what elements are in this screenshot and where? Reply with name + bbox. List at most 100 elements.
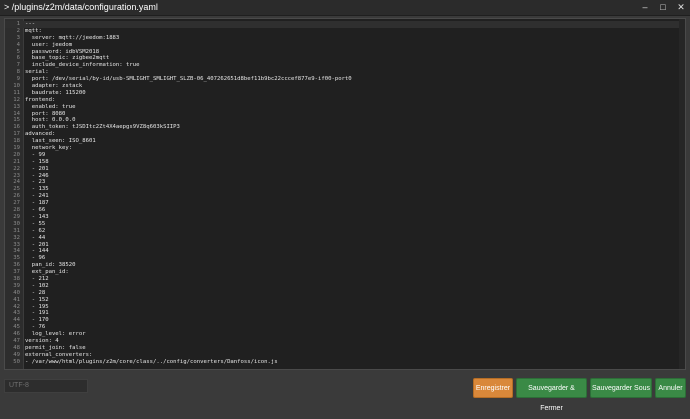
line-number: 45 <box>13 324 20 331</box>
code-line[interactable]: 49 external_converters: <box>5 352 685 359</box>
code-line[interactable]: 16 auth_token: tJSDItc2Zt4X4aepgs9VZ8q60… <box>5 124 685 131</box>
code-line[interactable]: 25 - 135 <box>5 186 685 193</box>
code-line[interactable]: 31 - 62 <box>5 228 685 235</box>
code-text: - 66 <box>25 207 46 214</box>
line-number: 36 <box>13 262 20 269</box>
code-line[interactable]: 23 - 246 <box>5 173 685 180</box>
code-text: - 212 <box>25 275 49 282</box>
code-line[interactable]: 27 - 187 <box>5 200 685 207</box>
code-line[interactable]: 26 - 241 <box>5 193 685 200</box>
code-line[interactable]: 35 - 96 <box>5 255 685 262</box>
code-text: - 158 <box>25 158 49 165</box>
code-line[interactable]: 50 - /var/www/html/plugins/z2m/core/class… <box>5 359 685 366</box>
code-line[interactable]: 2 mqtt: <box>5 28 685 35</box>
code-line[interactable]: 44 - 170 <box>5 317 685 324</box>
encoding-indicator: UTF-8 <box>4 379 88 393</box>
code-line[interactable]: 30 - 55 <box>5 221 685 228</box>
line-number: 38 <box>13 275 20 282</box>
code-line[interactable]: 11 baudrate: 115200 <box>5 90 685 97</box>
code-line[interactable]: 12 frontend: <box>5 97 685 104</box>
code-line[interactable]: 3 server: mqtt://jeedom:1883 <box>5 35 685 42</box>
code-lines[interactable]: 1 --- 2 mqtt: 3 server: mqtt://jeedom:1883 4 … <box>5 21 685 366</box>
code-line[interactable]: 43 - 191 <box>5 310 685 317</box>
code-text: user: jeedom <box>25 41 73 48</box>
code-line[interactable]: 10 adapter: zstack <box>5 83 685 90</box>
code-line[interactable]: 17 advanced: <box>5 131 685 138</box>
code-text: - 152 <box>25 296 49 303</box>
save-as-button[interactable]: Sauvegarder Sous <box>590 378 652 398</box>
code-line[interactable]: 40 - 28 <box>5 290 685 297</box>
code-text: adapter: zstack <box>25 83 83 90</box>
code-text: host: 0.0.0.0 <box>25 117 76 124</box>
code-line[interactable]: 9 port: /dev/serial/by-id/usb-SMLIGHT_SM… <box>5 76 685 83</box>
code-line[interactable]: 32 - 44 <box>5 235 685 242</box>
code-text: base_topic: zigbee2mqtt <box>25 55 110 62</box>
code-text: - 28 <box>25 289 46 296</box>
code-text: - 144 <box>25 248 49 255</box>
code-line[interactable]: 1 --- <box>5 21 685 28</box>
code-text: port: /dev/serial/by-id/usb-SMLIGHT_SMLI… <box>25 76 352 83</box>
line-number: 13 <box>13 103 20 110</box>
code-line[interactable]: 7 include_device_information: true <box>5 62 685 69</box>
code-line[interactable]: 15 host: 0.0.0.0 <box>5 117 685 124</box>
code-line[interactable]: 34 - 144 <box>5 248 685 255</box>
code-line[interactable]: 19 network_key: <box>5 145 685 152</box>
code-line[interactable]: 20 - 99 <box>5 152 685 159</box>
close-icon[interactable]: ✕ <box>674 0 688 15</box>
editor-scrollbar[interactable] <box>679 19 685 369</box>
maximize-icon[interactable]: □ <box>656 0 670 15</box>
code-text: - 191 <box>25 310 49 317</box>
code-line[interactable]: 6 base_topic: zigbee2mqtt <box>5 55 685 62</box>
line-number: 22 <box>13 165 20 172</box>
code-line[interactable]: 24 - 23 <box>5 179 685 186</box>
code-line[interactable]: 18 last_seen: ISO_8601 <box>5 138 685 145</box>
line-number: 31 <box>13 227 20 234</box>
code-text: baudrate: 115200 <box>25 89 86 96</box>
code-text: - 201 <box>25 241 49 248</box>
save-and-close-button[interactable]: Sauvegarder & Fermer <box>516 378 587 412</box>
line-number: 12 <box>13 96 20 103</box>
code-line[interactable]: 37 ext_pan_id: <box>5 269 685 276</box>
code-line[interactable]: 46 log_level: error <box>5 331 685 338</box>
line-number: 27 <box>13 200 20 207</box>
code-line[interactable]: 5 password: idbVSM2018 <box>5 49 685 56</box>
code-line[interactable]: 21 - 158 <box>5 159 685 166</box>
code-text: - /var/www/html/plugins/z2m/core/class/.… <box>25 358 278 365</box>
line-number: 49 <box>13 351 20 358</box>
minimize-icon[interactable]: – <box>638 0 652 15</box>
code-line[interactable]: 38 - 212 <box>5 276 685 283</box>
save-button[interactable]: Enregistrer <box>473 378 513 398</box>
code-line[interactable]: 22 - 201 <box>5 166 685 173</box>
code-text: permit_join: false <box>25 344 86 351</box>
code-editor[interactable]: 1 --- 2 mqtt: 3 server: mqtt://jeedom:1883 4 … <box>4 18 686 370</box>
code-text: external_converters: <box>25 351 93 358</box>
line-number: 1 <box>16 21 20 27</box>
line-number: 39 <box>13 282 20 289</box>
code-text: include_device_information: true <box>25 62 140 69</box>
code-line[interactable]: 4 user: jeedom <box>5 42 685 49</box>
code-line[interactable]: 13 enabled: true <box>5 104 685 111</box>
code-line[interactable]: 39 - 102 <box>5 283 685 290</box>
code-line[interactable]: 29 - 143 <box>5 214 685 221</box>
code-line[interactable]: 33 - 201 <box>5 242 685 249</box>
line-number: 35 <box>13 255 20 262</box>
code-line[interactable]: 42 - 195 <box>5 304 685 311</box>
line-number: 16 <box>13 124 20 131</box>
cancel-button[interactable]: Annuler <box>655 378 686 398</box>
line-number: 26 <box>13 193 20 200</box>
window-title: > /plugins/z2m/data/configuration.yaml <box>4 2 158 12</box>
code-line[interactable]: 36 pan_id: 38520 <box>5 262 685 269</box>
line-number: 6 <box>16 55 20 62</box>
code-text: - 99 <box>25 151 46 158</box>
code-text: advanced: <box>25 131 56 138</box>
code-line[interactable]: 45 - 76 <box>5 324 685 331</box>
line-number: 21 <box>13 158 20 165</box>
code-text: - 62 <box>25 227 46 234</box>
code-line[interactable]: 28 - 66 <box>5 207 685 214</box>
code-line[interactable]: 41 - 152 <box>5 297 685 304</box>
code-line[interactable]: 48 permit_join: false <box>5 345 685 352</box>
code-line[interactable]: 47 version: 4 <box>5 338 685 345</box>
code-line[interactable]: 8 serial: <box>5 69 685 76</box>
line-number: 7 <box>16 62 20 69</box>
code-line[interactable]: 14 port: 8080 <box>5 111 685 118</box>
